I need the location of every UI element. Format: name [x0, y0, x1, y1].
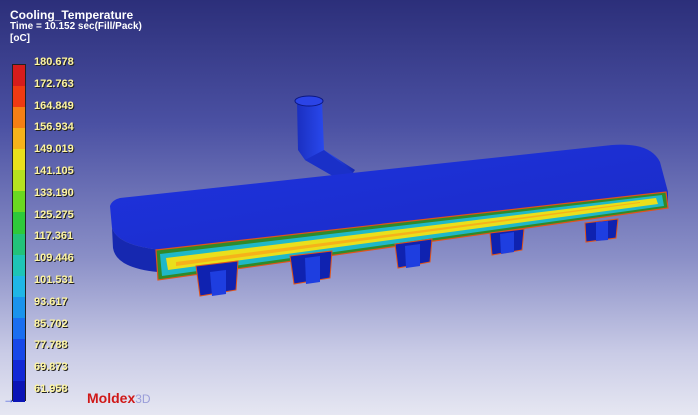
cae-result-viewport[interactable]: Cooling_Temperature Time = 10.152 sec(Fi… — [0, 0, 698, 415]
sprue-pipe — [294, 95, 360, 183]
part-model-3d[interactable] — [0, 0, 698, 415]
